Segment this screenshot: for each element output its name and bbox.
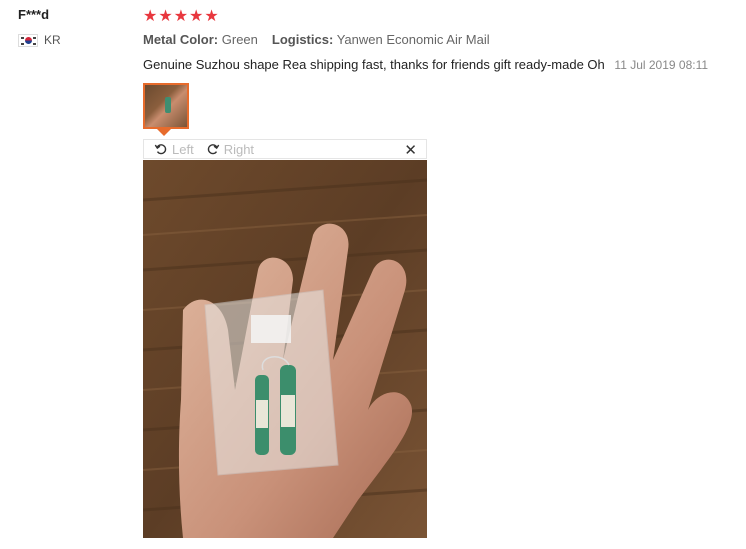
rotate-left-label: Left — [172, 141, 194, 157]
review-body: Genuine Suzhou shape Rea shipping fast, … — [143, 57, 708, 72]
rotate-left-icon — [154, 144, 167, 155]
korea-flag-icon — [18, 33, 38, 47]
rotate-right-icon — [207, 144, 219, 155]
attribute-label: Metal Color: — [143, 32, 219, 47]
rating-stars: ★ ★ ★ ★ ★ — [143, 8, 219, 24]
review-text: Genuine Suzhou shape Rea shipping fast, … — [143, 57, 605, 72]
attribute-label: Logistics: — [271, 32, 334, 47]
review-date: 11 Jul 2019 08:11 — [614, 58, 709, 72]
rotate-right-label: Right — [223, 141, 255, 157]
attribute-value: Yanwen Economic Air Mail — [336, 32, 490, 47]
country-code: KR — [44, 33, 61, 47]
close-icon[interactable]: ✕ — [404, 141, 417, 159]
attribute-value: Green — [221, 32, 258, 47]
review-photo-image — [143, 160, 427, 538]
star-icon: ★ — [204, 6, 219, 25]
thumbnail-pointer — [157, 129, 171, 136]
star-icon: ★ — [158, 6, 173, 25]
order-attributes: Metal Color: Green Logistics: Yanwen Eco… — [143, 32, 490, 47]
star-icon: ★ — [189, 6, 204, 25]
review-photo-thumbnail[interactable] — [143, 83, 189, 129]
attribute-metal-color: Metal Color: Green — [143, 32, 258, 47]
rotate-left-button[interactable]: Left — [154, 142, 194, 157]
photo-viewer-toolbar: Left Right ✕ — [143, 139, 427, 159]
star-icon: ★ — [143, 6, 158, 25]
star-icon: ★ — [173, 6, 189, 25]
attribute-logistics: Logistics: Yanwen Economic Air Mail — [272, 32, 490, 47]
review-photo — [143, 160, 427, 538]
rotate-right-button[interactable]: Right — [206, 142, 254, 157]
reviewer-name: F***d — [18, 7, 50, 22]
reviewer-country: KR — [18, 33, 61, 47]
